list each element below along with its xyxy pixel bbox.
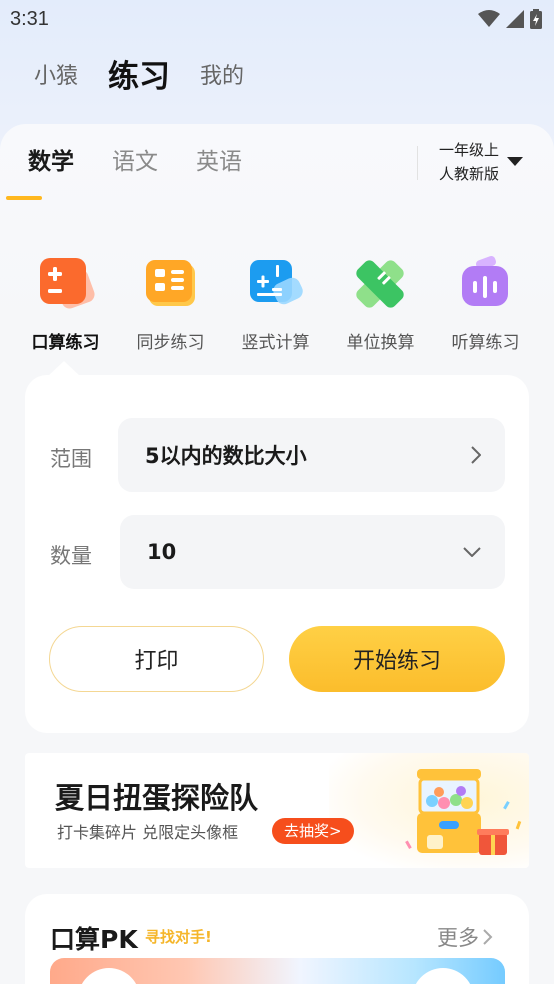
- start-practice-button[interactable]: 开始练习: [289, 626, 505, 692]
- subject-tab-math[interactable]: 数学: [28, 144, 74, 180]
- print-button[interactable]: 打印: [49, 626, 264, 692]
- status-time: 3:31: [10, 7, 49, 30]
- tool-listening-calc[interactable]: 听算练习: [433, 256, 538, 353]
- lottery-button[interactable]: 去抽奖>: [272, 818, 354, 844]
- grade-text: 一年级上 人教新版: [439, 138, 499, 186]
- book-sync-icon: [145, 260, 195, 306]
- grade-selector[interactable]: 一年级上 人教新版: [439, 138, 524, 186]
- audio-wave-icon: [461, 256, 508, 306]
- gacha-machine-icon: [405, 769, 522, 855]
- avatar: [412, 968, 474, 984]
- textbook-version: 人教新版: [439, 165, 500, 183]
- tool-label: 单位换算: [346, 333, 415, 353]
- top-tab-practice[interactable]: 练习: [108, 55, 170, 99]
- subject-tabs: 数学 语文 英语: [28, 144, 242, 180]
- count-selector[interactable]: 10: [120, 515, 505, 589]
- status-icons: [478, 9, 542, 29]
- tool-vertical-calc[interactable]: 竖式计算: [223, 256, 328, 353]
- count-value: 10: [147, 540, 177, 564]
- wifi-icon: [478, 10, 500, 27]
- tool-label: 听算练习: [451, 333, 520, 353]
- chevron-right-icon: [471, 446, 481, 464]
- pk-title: 口算PK: [50, 925, 138, 954]
- tool-unit-conversion[interactable]: 单位换算: [328, 256, 433, 353]
- signal-icon: [506, 10, 524, 28]
- tool-oral-calc[interactable]: 口算练习: [13, 256, 118, 353]
- tool-label: 同步练习: [136, 333, 205, 353]
- promo-banner[interactable]: 夏日扭蛋探险队 打卡集碎片 兑限定头像框 去抽奖>: [25, 753, 529, 868]
- banner-title: 夏日扭蛋探险队: [55, 781, 259, 815]
- tool-label: 竖式计算: [241, 333, 310, 353]
- top-tab-mine[interactable]: 我的: [200, 55, 244, 99]
- count-label: 数量: [50, 544, 92, 568]
- chevron-down-icon: [463, 547, 481, 557]
- subject-tab-chinese[interactable]: 语文: [112, 144, 158, 180]
- battery-icon: [530, 9, 542, 29]
- top-tab-xiaoyuan[interactable]: 小猿: [34, 55, 78, 99]
- oral-pk-card[interactable]: 口算PK 寻找对手! 更多: [25, 894, 529, 984]
- range-selector[interactable]: 5以内的数比大小: [118, 418, 505, 492]
- more-link[interactable]: 更多: [437, 922, 493, 952]
- status-bar: 3:31: [0, 0, 554, 38]
- range-label: 范围: [50, 447, 92, 471]
- subject-tab-english[interactable]: 英语: [196, 144, 242, 180]
- top-nav: 小猿 练习 我的: [34, 55, 244, 99]
- grade-level: 一年级上: [439, 141, 500, 159]
- tool-sync-practice[interactable]: 同步练习: [118, 256, 223, 353]
- vertical-calc-icon: [249, 260, 303, 305]
- range-value: 5以内的数比大小: [145, 444, 307, 468]
- banner-subtitle: 打卡集碎片 兑限定头像框: [57, 823, 239, 842]
- calculator-icon: [39, 258, 95, 309]
- caret-down-icon: [507, 157, 524, 166]
- avatar: [78, 968, 140, 984]
- practice-settings-card: 范围 5以内的数比大小 数量 10 打印 开始练习: [25, 375, 529, 733]
- divider: [417, 146, 418, 180]
- pk-banner[interactable]: [50, 958, 505, 984]
- card-pointer: [48, 361, 80, 376]
- chevron-right-icon: [483, 929, 493, 945]
- pk-subtitle: 寻找对手!: [145, 928, 212, 946]
- tool-label: 口算练习: [31, 333, 100, 353]
- more-label: 更多: [437, 926, 479, 950]
- ruler-icon: [355, 260, 404, 308]
- active-tab-indicator: [6, 196, 42, 200]
